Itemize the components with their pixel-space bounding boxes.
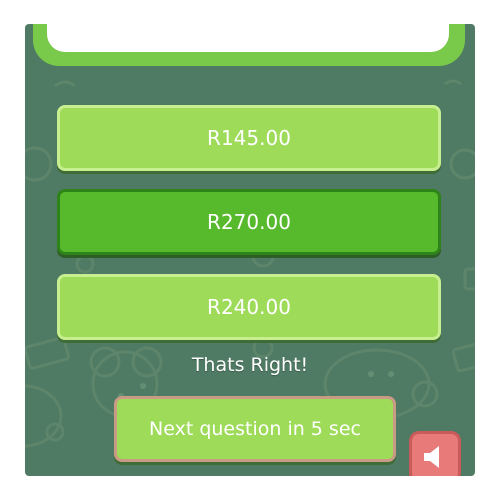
answer-option-3[interactable]: R240.00 xyxy=(57,274,441,340)
next-question-label: Next question in 5 sec xyxy=(149,418,361,440)
answer-option-label: R270.00 xyxy=(207,210,291,234)
answer-option-2[interactable]: R270.00 xyxy=(57,189,441,255)
next-question-button[interactable]: Next question in 5 sec xyxy=(114,396,396,462)
question-card-body xyxy=(47,24,449,52)
quiz-frame: R145.00 R270.00 R240.00 Thats Right! Nex… xyxy=(25,24,475,476)
answer-option-label: R145.00 xyxy=(207,126,291,150)
answer-option-1[interactable]: R145.00 xyxy=(57,105,441,171)
feedback-message: Thats Right! xyxy=(191,354,309,376)
question-card xyxy=(33,24,465,66)
speaker-icon xyxy=(424,446,439,468)
answer-option-label: R240.00 xyxy=(207,295,291,319)
sound-toggle-button[interactable] xyxy=(409,431,461,476)
